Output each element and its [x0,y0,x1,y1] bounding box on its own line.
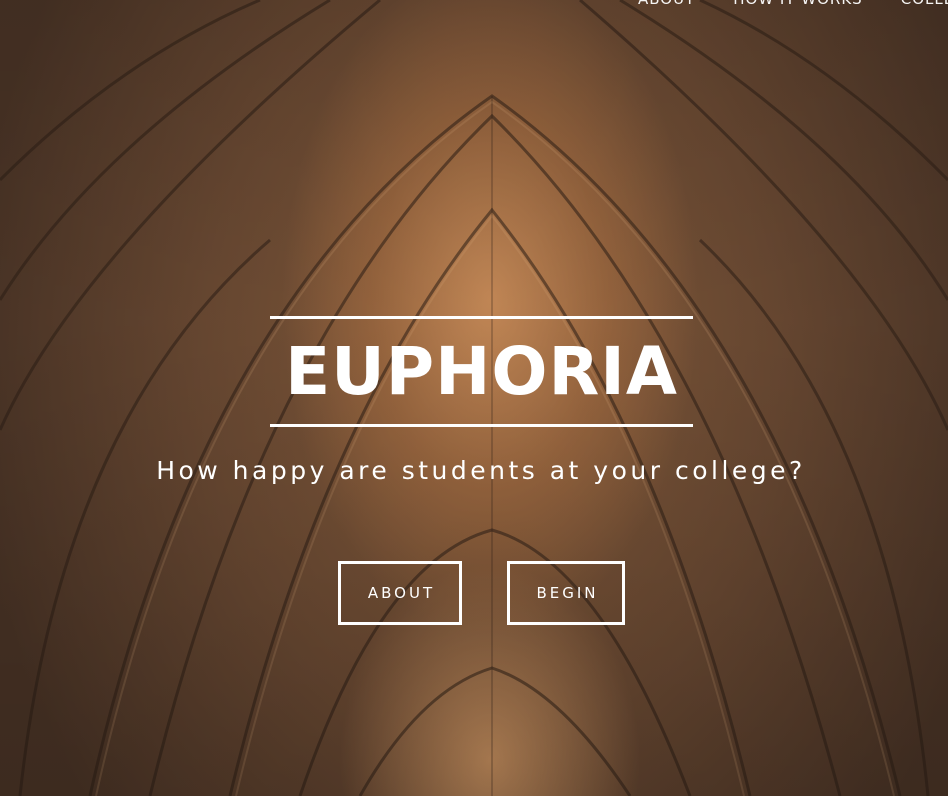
hero-section: EUPHORIA How happy are students at your … [0,0,948,796]
title-top-divider [270,316,693,319]
hero-subtitle: How happy are students at your college? [156,456,806,485]
title-block: EUPHORIA [270,316,693,428]
about-button[interactable]: ABOUT [338,561,462,625]
title-bottom-divider [270,424,693,427]
landing-page: ABOUT HOW IT WORKS COLLEGES EUPHORIA How… [0,0,948,796]
site-title: EUPHORIA [285,333,678,410]
begin-button[interactable]: BEGIN [507,561,625,625]
